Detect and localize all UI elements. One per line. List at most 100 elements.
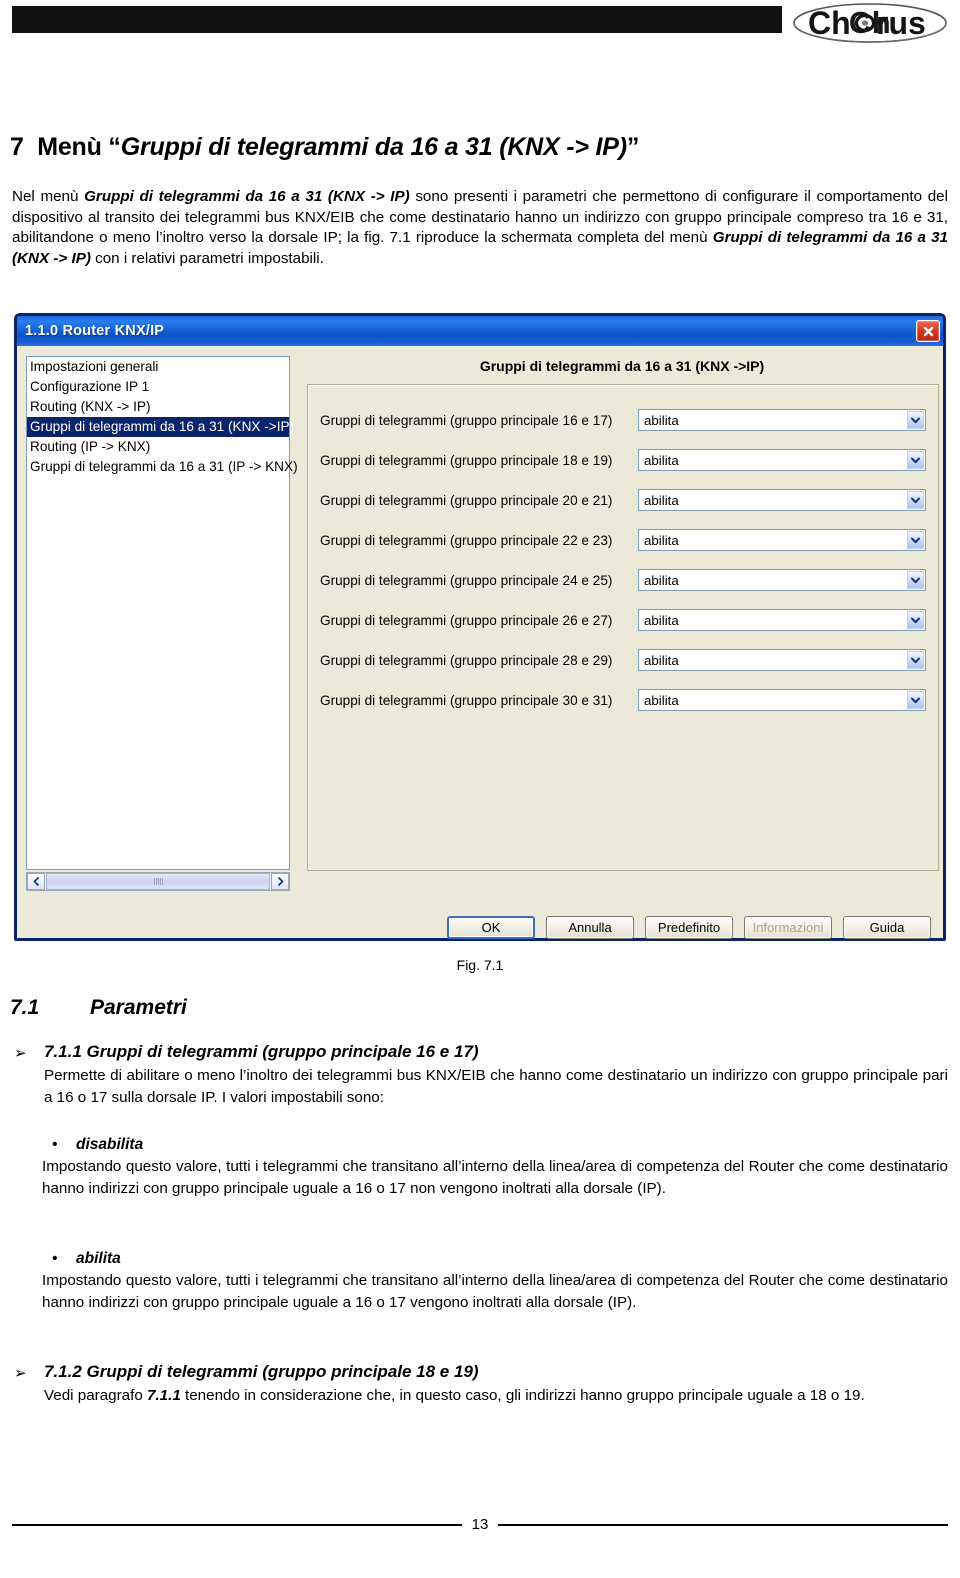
bullet-abilita-name: abilita xyxy=(76,1250,121,1267)
parameter-label-28-29: Gruppi di telegrammi (gruppo principale … xyxy=(320,652,613,668)
page-title-italic: Gruppi di telegrammi da 16 a 31 (KNX -> … xyxy=(120,133,627,161)
bullet-abilita: • abilita Impostando questo valore, tutt… xyxy=(42,1250,948,1313)
tree-item-configurazione-ip-1[interactable]: Configurazione IP 1 xyxy=(27,377,289,397)
chevron-down-icon[interactable] xyxy=(907,411,924,429)
page-title: 7 Menù “Gruppi di telegrammi da 16 a 31 … xyxy=(10,133,639,162)
parameter-label-18-19: Gruppi di telegrammi (gruppo principale … xyxy=(320,452,613,468)
chevron-down-icon[interactable] xyxy=(907,691,924,709)
figure-caption: Fig. 7.1 xyxy=(456,957,504,973)
parameter-label-26-27: Gruppi di telegrammi (gruppo principale … xyxy=(320,612,613,628)
dropdown-value: abilita xyxy=(644,492,679,508)
tree-horizontal-scrollbar[interactable] xyxy=(26,872,290,891)
chevron-down-icon[interactable] xyxy=(907,611,924,629)
parameter-row: Gruppi di telegrammi (gruppo principale … xyxy=(308,527,938,553)
parameter-row: Gruppi di telegrammi (gruppo principale … xyxy=(308,567,938,593)
help-button[interactable]: Guida xyxy=(843,916,931,939)
section-heading-text: Parametri xyxy=(90,996,187,1019)
bullet-arrow-icon: ➢ xyxy=(14,1045,27,1062)
intro-bold-1: Gruppi di telegrammi da 16 a 31 (KNX -> … xyxy=(84,188,410,206)
parameter-label-30-31: Gruppi di telegrammi (gruppo principale … xyxy=(320,692,613,708)
page-number: 13 xyxy=(471,1516,489,1533)
s712-text-1: Vedi paragrafo xyxy=(44,1387,148,1404)
page-header: Ch x Ch rus xyxy=(0,0,960,46)
parameter-dropdown-28-29[interactable]: abilita xyxy=(638,649,926,671)
parameter-label-16-17: Gruppi di telegrammi (gruppo principale … xyxy=(320,412,613,428)
bullet-dot-icon: • xyxy=(52,1136,58,1153)
subsection-7-1-1-body: Permette di abilitare o meno l’inoltro d… xyxy=(44,1067,948,1106)
scrollbar-thumb[interactable] xyxy=(46,873,270,890)
dropdown-value: abilita xyxy=(644,572,679,588)
s712-ref: 7.1.1 xyxy=(147,1387,181,1404)
dropdown-value: abilita xyxy=(644,412,679,428)
dropdown-value: abilita xyxy=(644,532,679,548)
parameter-row: Gruppi di telegrammi (gruppo principale … xyxy=(308,647,938,673)
svg-text:rus: rus xyxy=(876,5,926,41)
subsection-7-1-1: ➢ 7.1.1 Gruppi di telegrammi (gruppo pri… xyxy=(14,1042,948,1108)
subsection-7-1-2-title: 7.1.2 Gruppi di telegrammi (gruppo princ… xyxy=(44,1362,479,1381)
footer-rule-right xyxy=(498,1523,948,1526)
parameter-row: Gruppi di telegrammi (gruppo principale … xyxy=(308,447,938,473)
parameter-dropdown-20-21[interactable]: abilita xyxy=(638,489,926,511)
intro-text-1: Nel menù xyxy=(12,188,85,206)
parameter-dropdown-30-31[interactable]: abilita xyxy=(638,689,926,711)
page-title-prefix: Menù “ xyxy=(37,133,121,161)
page-footer: 13 xyxy=(0,1516,960,1533)
bullet-abilita-text: Impostando questo valore, tutti i telegr… xyxy=(42,1272,948,1311)
cancel-button[interactable]: Annulla xyxy=(546,916,634,939)
parameter-label-20-21: Gruppi di telegrammi (gruppo principale … xyxy=(320,492,613,508)
ets-parameter-dialog: 1.1.0 Router KNX/IP Impostazioni general… xyxy=(14,313,946,941)
page-title-suffix: ” xyxy=(626,133,640,161)
ok-button[interactable]: OK xyxy=(447,916,535,939)
parameter-panel-title: Gruppi di telegrammi da 16 a 31 (KNX ->I… xyxy=(479,358,765,374)
bullet-dot-icon: • xyxy=(52,1250,58,1267)
parameter-row: Gruppi di telegrammi (gruppo principale … xyxy=(308,487,938,513)
intro-text-3: con i relativi parametri impostabili. xyxy=(90,249,324,267)
parameter-dropdown-26-27[interactable]: abilita xyxy=(638,609,926,631)
section-heading-number: 7.1 xyxy=(10,996,40,1019)
chevron-down-icon[interactable] xyxy=(907,651,924,669)
chorus-logo-icon: Ch x Ch rus xyxy=(793,3,947,43)
chevron-down-icon[interactable] xyxy=(907,491,924,509)
tree-item-routing-knx-ip[interactable]: Routing (KNX -> IP) xyxy=(27,397,289,417)
footer-rule-left xyxy=(12,1523,462,1526)
chevron-down-icon[interactable] xyxy=(907,531,924,549)
subsection-7-1-2: ➢ 7.1.2 Gruppi di telegrammi (gruppo pri… xyxy=(14,1362,948,1407)
header-black-bar xyxy=(12,6,782,33)
dialog-titlebar[interactable]: 1.1.0 Router KNX/IP xyxy=(17,316,943,346)
chevron-down-icon[interactable] xyxy=(907,451,924,469)
info-button: Informazioni xyxy=(744,916,832,939)
tree-item-routing-ip-knx[interactable]: Routing (IP -> KNX) xyxy=(27,437,289,457)
bullet-arrow-icon: ➢ xyxy=(14,1365,27,1382)
parameter-row: Gruppi di telegrammi (gruppo principale … xyxy=(308,607,938,633)
parameter-dropdown-22-23[interactable]: abilita xyxy=(638,529,926,551)
parameter-label-24-25: Gruppi di telegrammi (gruppo principale … xyxy=(320,572,613,588)
dialog-title: 1.1.0 Router KNX/IP xyxy=(25,323,165,339)
tree-item-impostazioni-generali[interactable]: Impostazioni generali xyxy=(27,357,289,377)
close-icon[interactable] xyxy=(916,320,940,342)
parameter-dropdown-18-19[interactable]: abilita xyxy=(638,449,926,471)
parameter-label-22-23: Gruppi di telegrammi (gruppo principale … xyxy=(320,532,613,548)
dropdown-value: abilita xyxy=(644,692,679,708)
parameter-tree-list[interactable]: Impostazioni generali Configurazione IP … xyxy=(26,356,298,870)
chorus-logo: Ch x Ch rus xyxy=(786,0,954,46)
tree-item-gruppi-16-31-ip-knx[interactable]: Gruppi di telegrammi da 16 a 31 (IP -> K… xyxy=(27,457,298,477)
tree-item-gruppi-16-31-knx-ip[interactable]: Gruppi di telegrammi da 16 a 31 (KNX ->I… xyxy=(27,417,294,437)
chevron-right-icon[interactable] xyxy=(271,873,289,890)
subsection-7-1-1-title: 7.1.1 Gruppi di telegrammi (gruppo princ… xyxy=(44,1042,479,1061)
parameter-dropdown-16-17[interactable]: abilita xyxy=(638,409,926,431)
dialog-body: Impostazioni generali Configurazione IP … xyxy=(17,346,943,939)
bullet-disabilita: • disabilita Impostando questo valore, t… xyxy=(42,1136,948,1199)
dialog-button-row: OK Annulla Predefinito Informazioni Guid… xyxy=(17,916,943,939)
dropdown-value: abilita xyxy=(644,452,679,468)
parameter-dropdown-24-25[interactable]: abilita xyxy=(638,569,926,591)
dropdown-value: abilita xyxy=(644,612,679,628)
default-button[interactable]: Predefinito xyxy=(645,916,733,939)
bullet-disabilita-name: disabilita xyxy=(76,1136,144,1153)
chevron-left-icon[interactable] xyxy=(27,873,45,890)
dropdown-value: abilita xyxy=(644,652,679,668)
chevron-down-icon[interactable] xyxy=(907,571,924,589)
parameter-row: Gruppi di telegrammi (gruppo principale … xyxy=(308,407,938,433)
page-title-number: 7 xyxy=(10,133,24,161)
parameter-row: Gruppi di telegrammi (gruppo principale … xyxy=(308,687,938,713)
subsection-7-1-2-body: Vedi paragrafo 7.1.1 tenendo in consider… xyxy=(44,1385,948,1407)
